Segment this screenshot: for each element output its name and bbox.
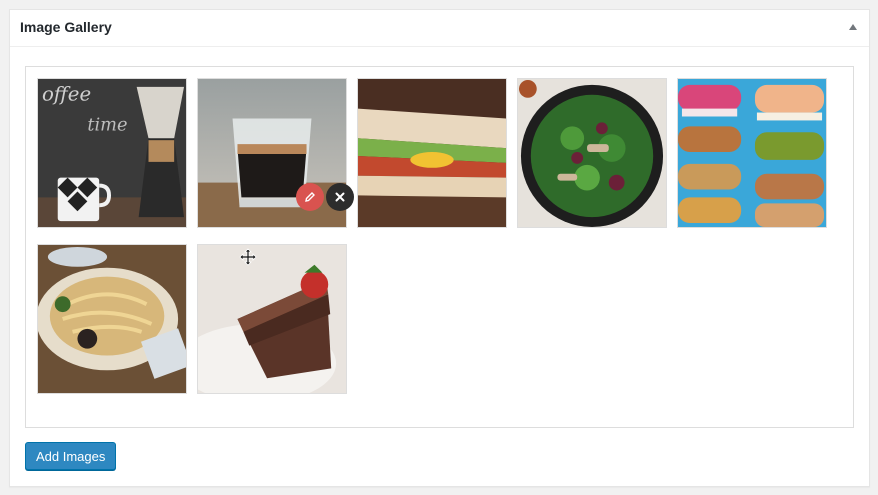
metabox-header[interactable]: Image Gallery <box>10 10 869 47</box>
espresso-glass-image[interactable] <box>197 78 347 228</box>
coffee-chemex-image[interactable]: offee time <box>37 78 187 228</box>
salad-bowl-image[interactable] <box>517 78 667 228</box>
gallery-container: offee time <box>25 66 854 428</box>
pencil-icon <box>305 192 315 202</box>
move-icon <box>239 248 257 266</box>
pasta-bowl-image[interactable] <box>37 244 187 394</box>
triangle-up-icon[interactable] <box>849 24 857 30</box>
close-icon <box>335 192 345 202</box>
macarons-image[interactable] <box>677 78 827 228</box>
image-gallery-metabox: Image Gallery offee time Add Images <box>9 9 870 487</box>
edit-image-button[interactable] <box>296 183 324 211</box>
sandwich-image[interactable] <box>357 78 507 228</box>
add-images-button[interactable]: Add Images <box>25 442 117 470</box>
chocolate-cake-image[interactable] <box>197 244 347 394</box>
remove-image-button[interactable] <box>326 183 354 211</box>
metabox-title: Image Gallery <box>20 19 112 35</box>
svg-text:time: time <box>87 115 127 135</box>
svg-text:offee: offee <box>42 83 91 106</box>
